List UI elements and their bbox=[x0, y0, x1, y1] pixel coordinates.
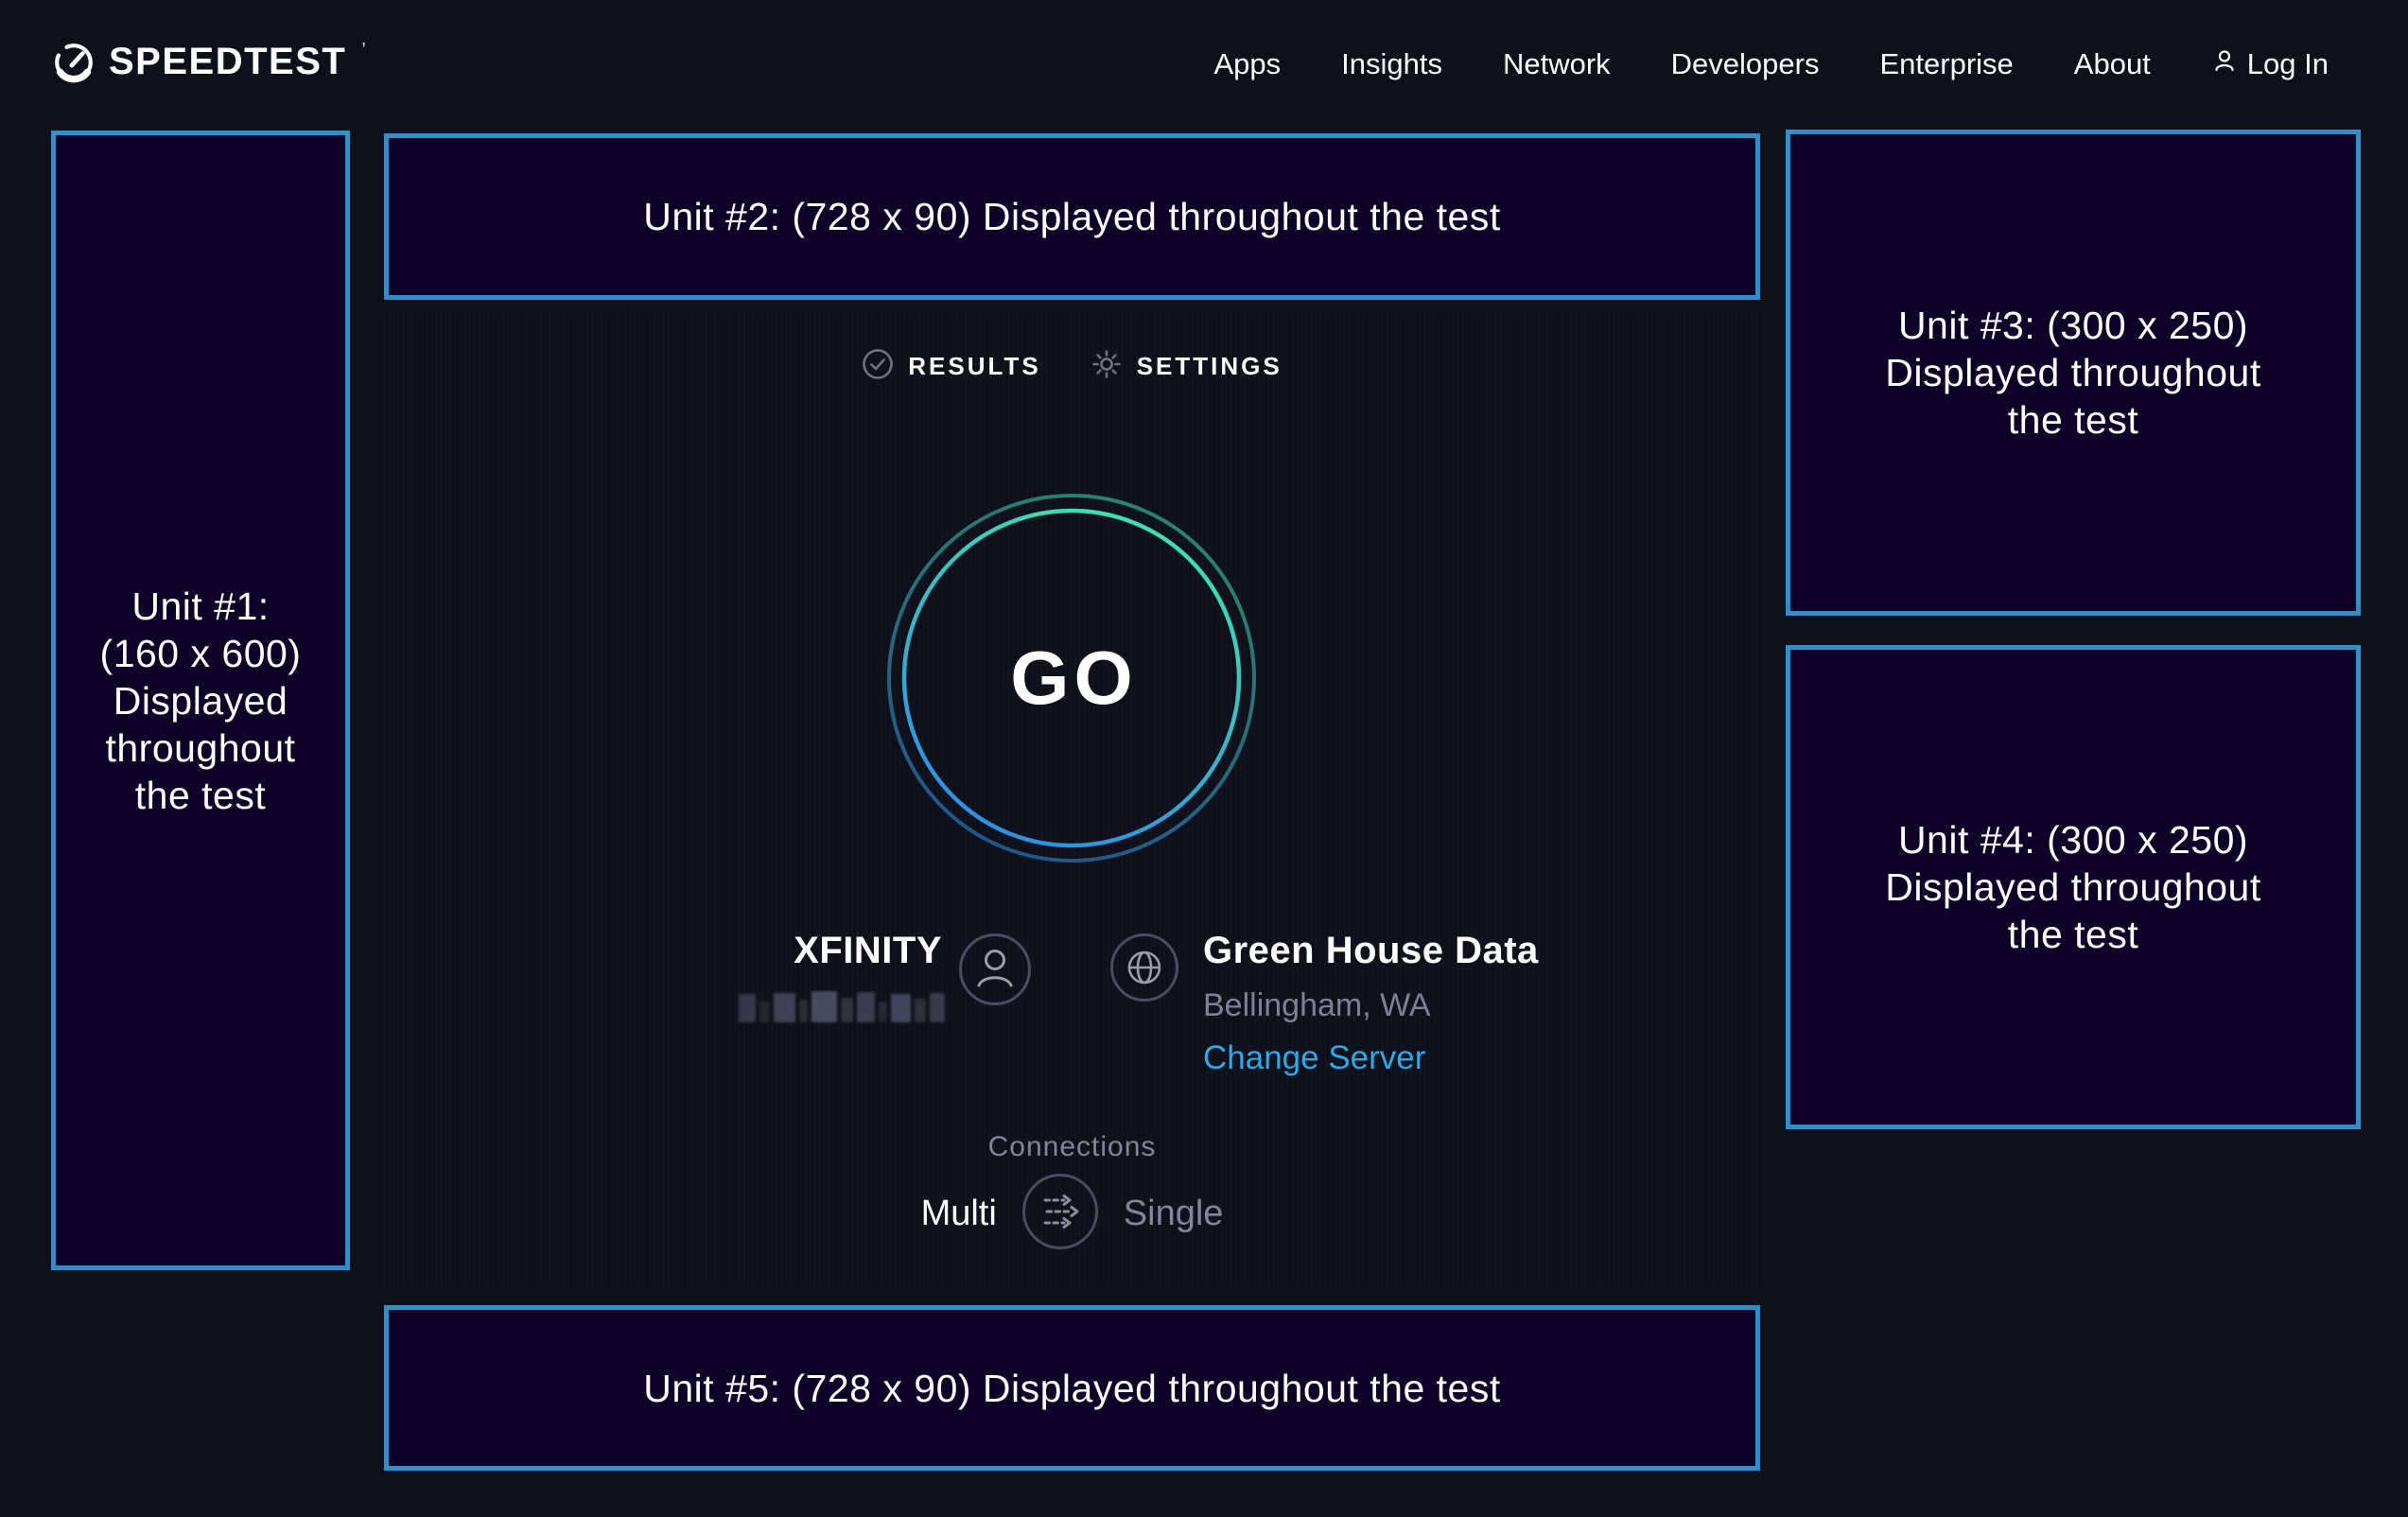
isp-user-icon bbox=[958, 933, 1032, 1011]
gear-icon bbox=[1091, 348, 1123, 385]
connections-single-option[interactable]: Single bbox=[1124, 1194, 1224, 1234]
server-info: Green House Data Bellingham, WA Change S… bbox=[1203, 929, 1539, 1076]
nav-menu: Apps Insights Network Developers Enterpr… bbox=[1213, 47, 2329, 81]
ad-text-line: throughout bbox=[105, 724, 295, 772]
connections-toggle-row: Multi Single bbox=[384, 1173, 1760, 1255]
ad-text-line: (160 x 600) bbox=[100, 630, 302, 677]
tab-results[interactable]: RESULTS bbox=[862, 348, 1040, 385]
check-circle-icon bbox=[862, 348, 894, 385]
ad-text-line: the test bbox=[135, 772, 266, 819]
ad-text-line: the test bbox=[2008, 911, 2138, 958]
nav-item-apps[interactable]: Apps bbox=[1213, 47, 1281, 81]
change-server-link[interactable]: Change Server bbox=[1203, 1040, 1539, 1076]
ad-unit-4-rectangle[interactable]: Unit #4: (300 x 250) Displayed throughou… bbox=[1786, 645, 2361, 1129]
tab-results-label: RESULTS bbox=[908, 352, 1040, 381]
nav-item-developers[interactable]: Developers bbox=[1671, 47, 1820, 81]
ad-text-line: Displayed throughout bbox=[1885, 349, 2260, 396]
ad-text-line: Unit #3: (300 x 250) bbox=[1898, 302, 2248, 349]
speedtest-gauge-icon bbox=[52, 41, 96, 89]
ad-text-line: Unit #2: (728 x 90) Displayed throughout… bbox=[643, 193, 1501, 240]
connections-multi-option[interactable]: Multi bbox=[921, 1194, 997, 1234]
ad-unit-1-skyscraper[interactable]: Unit #1: (160 x 600) Displayed throughou… bbox=[51, 131, 350, 1270]
tab-settings[interactable]: SETTINGS bbox=[1091, 348, 1283, 385]
server-location: Bellingham, WA bbox=[1203, 987, 1539, 1023]
ad-unit-5-leaderboard[interactable]: Unit #5: (728 x 90) Displayed throughout… bbox=[384, 1305, 1760, 1471]
server-name: Green House Data bbox=[1203, 929, 1539, 972]
server-globe-icon bbox=[1109, 933, 1179, 1007]
ad-text-line: Displayed throughout bbox=[1885, 863, 2260, 911]
nav-item-enterprise[interactable]: Enterprise bbox=[1879, 47, 2013, 81]
ad-unit-3-rectangle[interactable]: Unit #3: (300 x 250) Displayed throughou… bbox=[1786, 130, 2361, 616]
isp-name: XFINITY bbox=[700, 930, 942, 972]
ad-unit-2-leaderboard[interactable]: Unit #2: (728 x 90) Displayed throughout… bbox=[384, 133, 1760, 300]
ad-text-line: Displayed bbox=[113, 677, 288, 724]
connections-label: Connections bbox=[384, 1131, 1760, 1163]
speedtest-page: SPEEDTEST ’ Apps Insights Network Develo… bbox=[0, 0, 2408, 1517]
nav-item-about[interactable]: About bbox=[2074, 47, 2151, 81]
nav-item-insights[interactable]: Insights bbox=[1341, 47, 1442, 81]
ad-text-line: Unit #4: (300 x 250) bbox=[1898, 816, 2248, 863]
speedtest-logo[interactable]: SPEEDTEST ’ bbox=[52, 41, 366, 89]
trademark-mark: ’ bbox=[361, 41, 365, 60]
results-settings-bar: RESULTS SETTINGS bbox=[384, 348, 1760, 385]
user-icon bbox=[2211, 47, 2238, 81]
tab-settings-label: SETTINGS bbox=[1137, 352, 1283, 381]
connections-toggle-icon[interactable] bbox=[1021, 1173, 1099, 1255]
logo-wordmark: SPEEDTEST bbox=[109, 41, 346, 82]
redacted-ip-address bbox=[739, 990, 945, 1022]
go-button-label: GO bbox=[886, 493, 1257, 863]
ad-text-line: Unit #1: bbox=[131, 583, 269, 630]
top-navigation-bar: SPEEDTEST ’ Apps Insights Network Develo… bbox=[0, 0, 2408, 129]
login-button[interactable]: Log In bbox=[2211, 47, 2329, 81]
nav-item-network[interactable]: Network bbox=[1503, 47, 1611, 81]
ad-text-line: the test bbox=[2008, 396, 2138, 444]
go-button[interactable]: GO bbox=[886, 493, 1257, 863]
ad-text-line: Unit #5: (728 x 90) Displayed throughout… bbox=[643, 1365, 1501, 1412]
